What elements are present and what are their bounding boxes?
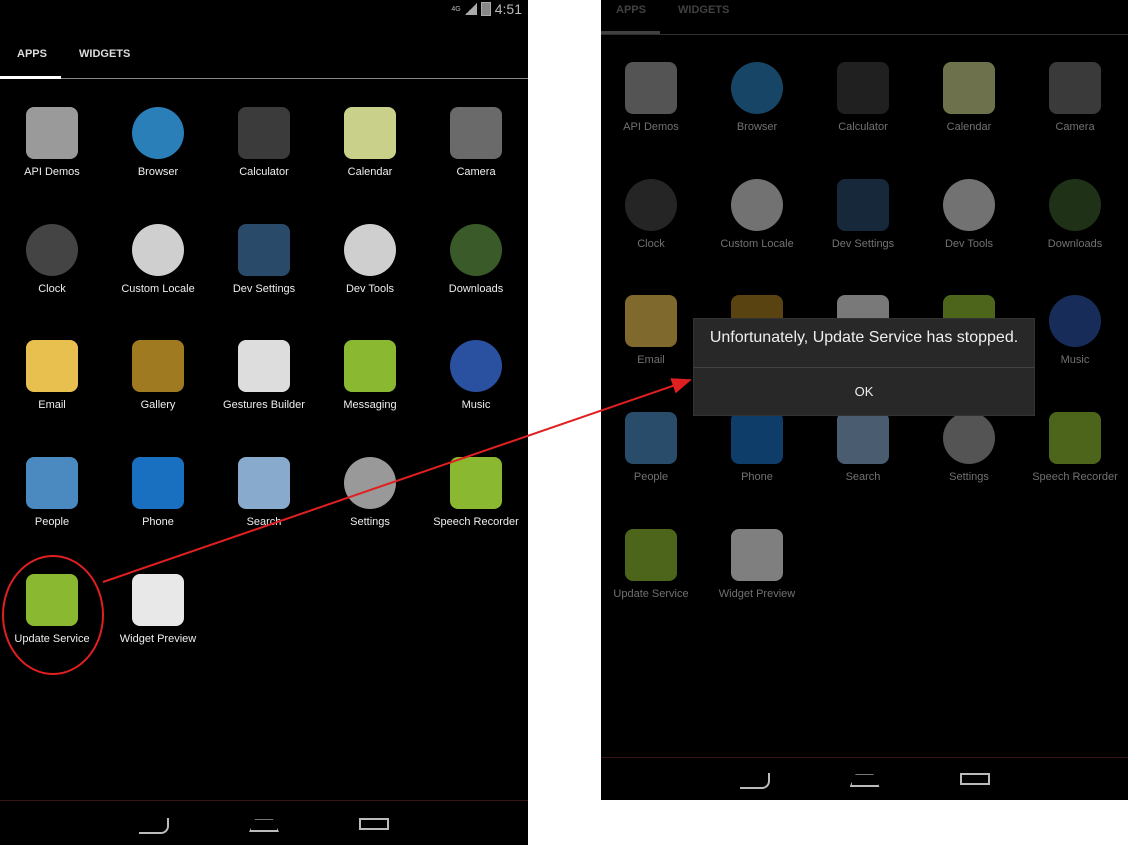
app-api-demos[interactable]: API Demos <box>0 107 105 178</box>
android-icon <box>26 573 78 626</box>
app-label: Widget Preview <box>119 632 197 645</box>
app-label: API Demos <box>24 166 80 178</box>
sliders-icon <box>238 223 290 276</box>
nav-divider <box>0 800 528 801</box>
app-widget-preview[interactable]: Widget Preview <box>105 573 211 645</box>
app-gestures-builder[interactable]: Gestures Builder <box>211 340 317 411</box>
app-browser[interactable]: Browser <box>105 107 211 178</box>
back-icon[interactable] <box>139 818 169 834</box>
app-label: Calendar <box>347 166 393 178</box>
app-label: Phone <box>142 516 174 529</box>
app-messaging[interactable]: Messaging <box>317 340 423 411</box>
nav-bar <box>0 818 528 834</box>
app-downloads[interactable]: Downloads <box>423 223 528 295</box>
app-dev-tools[interactable]: Dev Tools <box>317 223 423 295</box>
messaging-icon <box>344 340 396 393</box>
android-icon <box>450 457 502 510</box>
recents-icon[interactable] <box>359 818 389 830</box>
app-label: Gallery <box>140 399 176 412</box>
app-label: People <box>34 516 70 529</box>
status-bar: 4G 4:51 <box>451 1 522 17</box>
phone-icon <box>132 457 184 510</box>
app-speech-recorder[interactable]: Speech Recorder <box>423 457 528 528</box>
tab-divider <box>0 78 528 79</box>
tab-apps[interactable]: APPS <box>17 48 47 60</box>
people-icon <box>26 457 78 510</box>
app-music[interactable]: Music <box>423 340 528 411</box>
nav-divider <box>601 757 1128 758</box>
battery-icon <box>480 2 491 16</box>
gallery-icon <box>132 340 184 393</box>
app-label: Search <box>246 516 282 529</box>
app-label: Camera <box>456 166 496 178</box>
clock-time: 4:51 <box>494 1 522 17</box>
app-search[interactable]: Search <box>211 457 317 528</box>
app-dev-settings[interactable]: Dev Settings <box>211 223 317 295</box>
app-phone[interactable]: Phone <box>105 457 211 528</box>
globe-icon <box>132 107 184 159</box>
tab-indicator <box>0 76 61 79</box>
app-label: Clock <box>38 282 66 295</box>
tab-widgets[interactable]: WIDGETS <box>79 48 130 60</box>
app-label: Custom Locale <box>121 282 195 295</box>
download-icon <box>450 223 502 276</box>
recents-icon[interactable] <box>959 773 990 785</box>
search-icon <box>238 457 290 510</box>
app-update-service[interactable]: Update Service <box>0 573 105 645</box>
app-people[interactable]: People <box>0 457 105 528</box>
folder-gear-icon <box>26 107 78 159</box>
app-label: Messaging <box>343 399 397 412</box>
calculator-icon <box>238 107 290 159</box>
app-clock[interactable]: Clock <box>0 223 105 295</box>
app-drawer-before: 4G 4:51 APPS WIDGETS API Demos Browser Cal… <box>0 0 528 845</box>
camera-icon <box>450 107 502 159</box>
email-icon <box>26 340 78 393</box>
app-drawer-after: APPS WIDGETS API Demos Browser Calculator C… <box>601 0 1128 800</box>
app-label: Gestures Builder <box>223 399 305 412</box>
app-calendar[interactable]: Calendar <box>317 107 423 178</box>
back-icon[interactable] <box>739 773 770 789</box>
app-settings[interactable]: Settings <box>317 457 423 528</box>
app-label: Settings <box>350 516 390 529</box>
calendar-icon <box>344 107 396 159</box>
app-calculator[interactable]: Calculator <box>211 107 317 178</box>
home-icon[interactable] <box>849 774 880 787</box>
app-email[interactable]: Email <box>0 340 105 411</box>
app-label: Dev Settings <box>232 282 296 295</box>
ok-button[interactable]: OK <box>694 368 1034 415</box>
gear-icon <box>132 223 184 276</box>
app-camera[interactable]: Camera <box>423 107 528 178</box>
nav-bar <box>601 773 1128 789</box>
gestures-icon <box>238 340 290 393</box>
app-label: Calculator <box>239 166 289 178</box>
app-label: Downloads <box>448 282 504 295</box>
settings-icon <box>344 457 396 510</box>
music-icon <box>450 340 502 393</box>
app-label: Speech Recorder <box>433 516 519 529</box>
signal-icon <box>464 3 477 15</box>
dialog-message: Unfortunately, Update Service has stoppe… <box>709 329 1019 346</box>
app-label: Browser <box>137 166 179 178</box>
widget-preview-icon <box>132 573 184 626</box>
crash-dialog: Unfortunately, Update Service has stoppe… <box>693 318 1035 416</box>
gear-icon <box>344 223 396 276</box>
app-label: Update Service <box>14 632 90 645</box>
app-label: Dev Tools <box>345 282 395 295</box>
app-custom-locale[interactable]: Custom Locale <box>105 223 211 295</box>
app-label: Music <box>461 399 491 412</box>
clock-icon <box>26 223 78 276</box>
home-icon[interactable] <box>249 819 279 832</box>
app-gallery[interactable]: Gallery <box>105 340 211 411</box>
network-label: 4G <box>451 5 461 13</box>
app-label: Email <box>38 399 66 412</box>
